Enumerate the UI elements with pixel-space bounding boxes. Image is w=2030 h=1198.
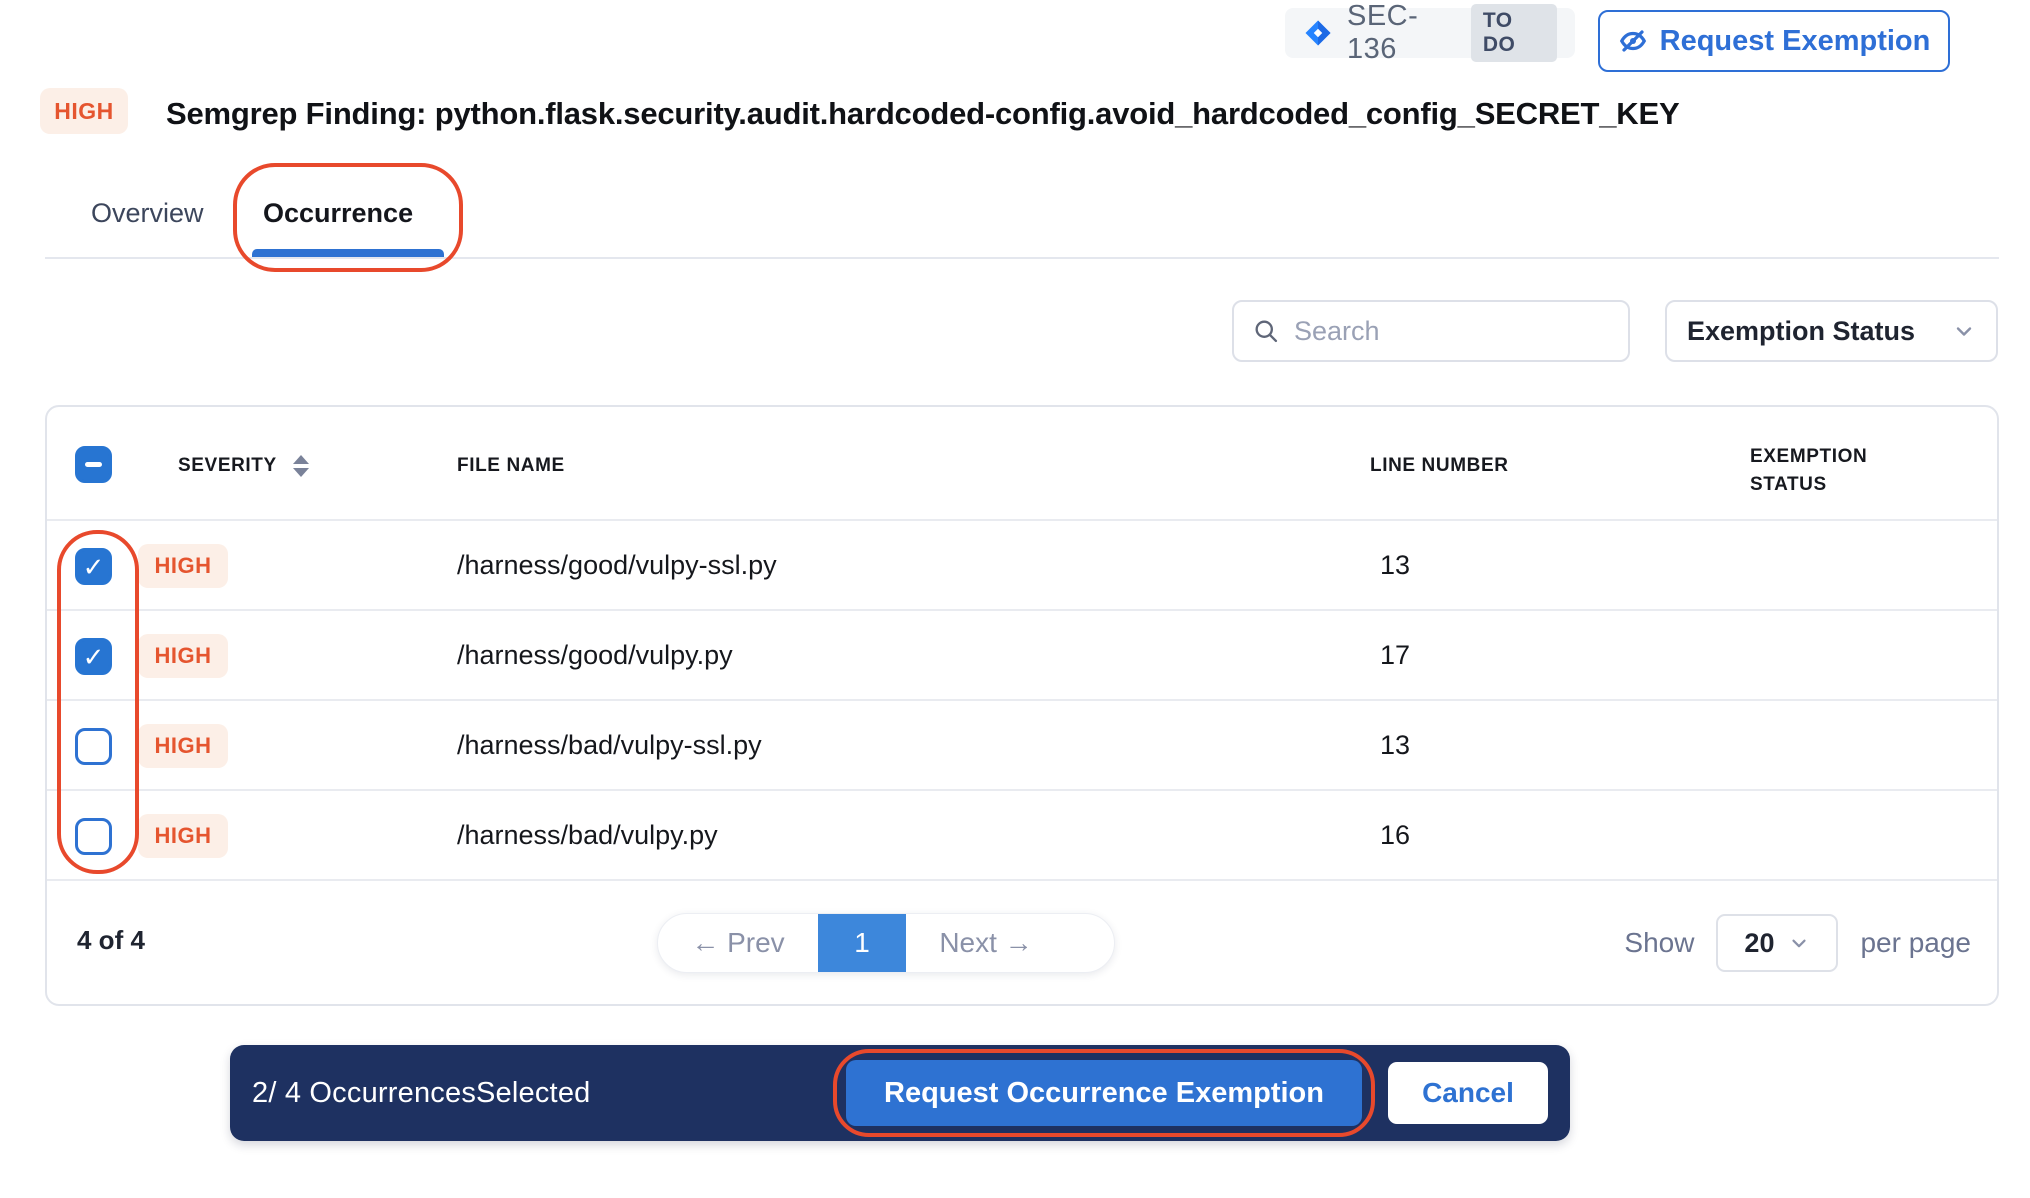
cancel-button[interactable]: Cancel [1388, 1062, 1548, 1124]
pagination: ← Prev 1 Next → [657, 913, 1115, 973]
request-exemption-label: Request Exemption [1660, 25, 1931, 58]
column-header-file-name: FILE NAME [457, 455, 565, 477]
column-header-severity[interactable]: SEVERITY [178, 455, 309, 477]
column-header-exemption-status: EXEMPTION STATUS [1750, 443, 1920, 498]
page-size-value: 20 [1744, 928, 1774, 959]
selection-summary: 2/ 4 OccurrencesSelected [252, 1077, 590, 1110]
select-all-checkbox[interactable]: ✓ [75, 446, 112, 483]
tab-occurrence[interactable]: Occurrence [263, 198, 413, 229]
search-icon [1252, 317, 1280, 345]
column-header-line-number: LINE NUMBER [1370, 455, 1509, 477]
line-number-cell: 17 [1380, 640, 1440, 671]
chevron-down-icon [1952, 319, 1976, 343]
jira-issue-key: SEC-136 [1347, 0, 1457, 66]
eye-off-icon [1618, 26, 1648, 56]
table-header-row: ✓ SEVERITY FILE NAME LINE NUMBER EXEMPTI… [47, 407, 1997, 521]
prev-page-button[interactable]: ← Prev [658, 914, 818, 972]
request-exemption-button[interactable]: Request Exemption [1598, 10, 1950, 72]
page-title: Semgrep Finding: python.flask.security.a… [166, 96, 1679, 132]
jira-diamond-icon [1303, 18, 1333, 48]
row-checkbox[interactable]: ✓ [75, 638, 112, 675]
table-row[interactable]: ✓ HIGH /harness/good/vulpy-ssl.py 13 [47, 521, 1997, 611]
severity-badge: HIGH [138, 544, 228, 588]
jira-status-badge: TO DO [1471, 4, 1557, 62]
table-row[interactable]: ✓ HIGH /harness/bad/vulpy.py 16 [47, 791, 1997, 881]
next-page-button[interactable]: Next → [906, 914, 1066, 972]
request-occurrence-exemption-button[interactable]: Request Occurrence Exemption [846, 1060, 1362, 1126]
line-number-cell: 13 [1380, 730, 1440, 761]
severity-badge: HIGH [138, 634, 228, 678]
jira-issue-chip[interactable]: SEC-136 TO DO [1285, 8, 1575, 58]
selection-action-bar: 2/ 4 OccurrencesSelected Request Occurre… [230, 1045, 1570, 1141]
search-input[interactable] [1294, 316, 1610, 347]
line-number-cell: 16 [1380, 820, 1440, 851]
search-input-container[interactable] [1232, 300, 1630, 362]
finding-detail-page: SEC-136 TO DO Request Exemption HIGH Sem… [0, 0, 2030, 1198]
row-checkbox[interactable]: ✓ [75, 548, 112, 585]
page-size-group: Show 20 per page [1624, 913, 1971, 973]
page-size-select[interactable]: 20 [1716, 914, 1838, 972]
table-row[interactable]: ✓ HIGH /harness/good/vulpy.py 17 [47, 611, 1997, 701]
file-name-cell: /harness/bad/vulpy.py [457, 820, 718, 851]
row-checkbox[interactable]: ✓ [75, 728, 112, 765]
severity-badge: HIGH [40, 88, 128, 134]
occurrences-table: ✓ SEVERITY FILE NAME LINE NUMBER EXEMPTI… [45, 405, 1999, 1006]
per-page-label: per page [1860, 927, 1971, 959]
severity-badge: HIGH [138, 814, 228, 858]
file-name-cell: /harness/good/vulpy.py [457, 640, 733, 671]
page-number-button[interactable]: 1 [818, 914, 906, 972]
exemption-status-filter-label: Exemption Status [1687, 316, 1915, 347]
sort-icon[interactable] [293, 455, 309, 477]
line-number-cell: 13 [1380, 550, 1440, 581]
tab-overview[interactable]: Overview [91, 198, 204, 229]
file-name-cell: /harness/good/vulpy-ssl.py [457, 550, 777, 581]
tabs-divider [45, 257, 1999, 259]
table-row[interactable]: ✓ HIGH /harness/bad/vulpy-ssl.py 13 [47, 701, 1997, 791]
exemption-status-filter[interactable]: Exemption Status [1665, 300, 1998, 362]
table-footer: 4 of 4 ← Prev 1 Next → Show 20 per page [47, 883, 1997, 1006]
severity-badge: HIGH [138, 724, 228, 768]
row-checkbox[interactable]: ✓ [75, 818, 112, 855]
chevron-down-icon [1788, 932, 1810, 954]
row-count-label: 4 of 4 [77, 925, 145, 956]
show-label: Show [1624, 927, 1694, 959]
file-name-cell: /harness/bad/vulpy-ssl.py [457, 730, 762, 761]
